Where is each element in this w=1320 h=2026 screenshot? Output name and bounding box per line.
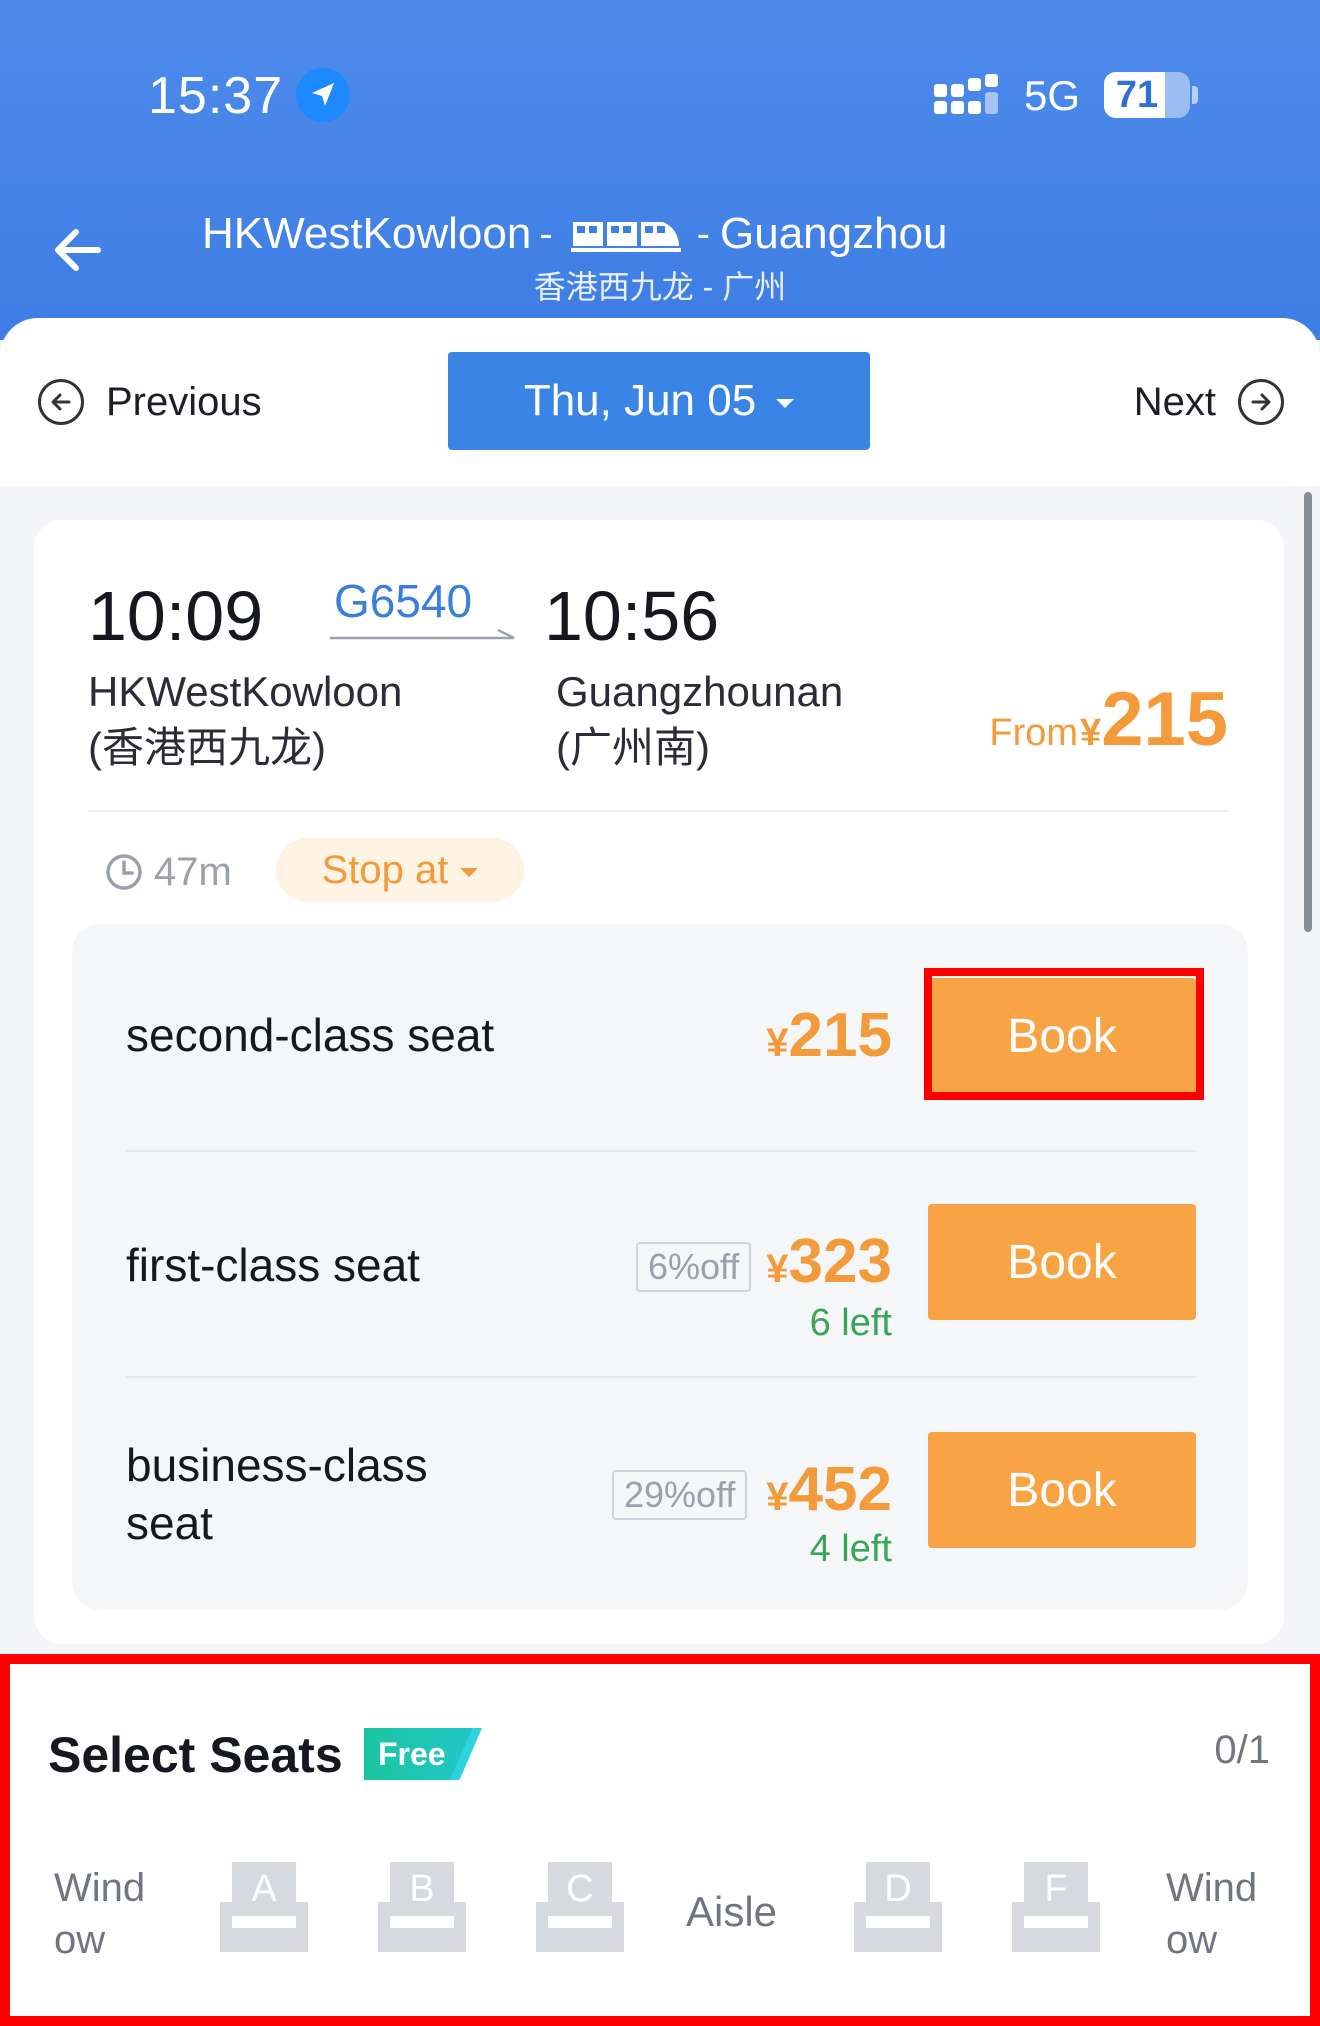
book-button[interactable]: Book [928,1204,1196,1320]
seat-price: ¥ 215 [766,1001,892,1070]
status-bar: 15:37 5G 71 [0,0,1320,190]
train-number[interactable]: G6540 [334,574,472,628]
seats-left: 6 left [809,1302,892,1344]
arrival-time: 10:56 [544,577,720,655]
route-separator-2: - [696,211,710,256]
location-arrow-icon [296,68,350,122]
next-label: Next [1133,379,1216,424]
discount-badge: 29%off [612,1470,748,1520]
seat-price: ¥ 452 [766,1455,892,1524]
route-to: Guangzhou [720,209,948,258]
divider [88,810,1230,812]
discount-badge: 6%off [636,1242,752,1292]
header: 15:37 5G 71 HKWestKowloon - - Guangzhou … [0,0,1320,340]
seat-letter: B [409,1868,435,1910]
route-subtitle: 香港西九龙 - 广州 [533,269,787,305]
departure-station: HKWestKowloon (香港西九龙) [88,668,403,771]
seat-icon[interactable]: D [854,1862,942,1952]
date-selector[interactable]: Thu, Jun 05 [448,352,870,450]
seat-class-row: second-class seat ¥ 215 Book [72,924,1248,1148]
seat-letter: A [251,1868,277,1910]
date-label: Thu, Jun 05 [523,376,757,425]
next-day-button[interactable]: Next [1134,378,1284,426]
route-title: HKWestKowloon - - Guangzhou [202,206,948,262]
aisle-label: Aisle [686,1888,778,1935]
clock-icon [106,854,142,890]
seat-price: ¥ 323 [766,1227,892,1296]
prev-circle-arrow-icon [38,379,84,425]
seat-icon[interactable]: A [220,1862,308,1952]
journey-arrow-icon [330,628,515,640]
previous-day-button[interactable]: Previous [38,378,262,426]
previous-label: Previous [106,379,262,424]
seat-icon[interactable]: B [378,1862,466,1952]
battery-icon: 71 [1104,72,1190,118]
seat-selection-count: 0/1 [1214,1728,1270,1772]
caret-down-icon [776,398,795,408]
network-label: 5G [1024,72,1081,119]
seat-class-row: first-class seat 6%off ¥ 323 6 left Book [72,1152,1248,1376]
stop-at-button[interactable]: Stop at [276,838,524,902]
book-button[interactable]: Book [928,1432,1196,1548]
seat-icon[interactable]: C [536,1862,624,1952]
window-label-left: Wind ow [54,1866,146,1962]
seat-icon[interactable]: F [1012,1862,1100,1952]
seat-class-name: second-class seat [126,1009,495,1061]
seat-letter: F [1044,1868,1068,1910]
window-label-right: Wind ow [1166,1866,1258,1962]
caret-down-icon [460,867,479,877]
duration: 47m [104,846,232,898]
seat-letter: C [566,1868,594,1910]
from-price: From ¥ 215 [989,677,1228,762]
seat-class-name: first-class seat [126,1239,420,1291]
route-separator: - [539,211,553,256]
signal-icon [934,74,998,114]
seat-class-row: business-class seat 29%off ¥ 452 4 left … [72,1378,1248,1610]
select-seats-panel: Select Seats Free 0/1 Wind ow A B C Aisl… [0,1654,1320,2026]
scrollbar[interactable] [1304,492,1312,932]
seat-letter: D [884,1868,912,1910]
battery-level: 71 [1115,74,1159,116]
next-circle-arrow-icon [1238,379,1284,425]
seat-class-name: business-class seat [126,1439,428,1549]
select-seats-title: Select Seats [48,1727,343,1783]
arrival-station: Guangzhounan (广州南) [556,668,844,771]
route-from: HKWestKowloon [202,209,532,258]
seat-class-list: second-class seat ¥ 215 Book first-class… [72,924,1248,1610]
train-card: 10:09 G6540 10:56 HKWestKowloon (香港西九龙) … [34,520,1284,1644]
seats-left: 4 left [809,1528,892,1570]
book-button[interactable]: Book [928,978,1196,1094]
status-time: 15:37 [148,67,284,125]
train-icon [570,222,681,252]
date-bar: Previous Thu, Jun 05 Next [0,318,1320,486]
departure-time: 10:09 [88,577,264,655]
